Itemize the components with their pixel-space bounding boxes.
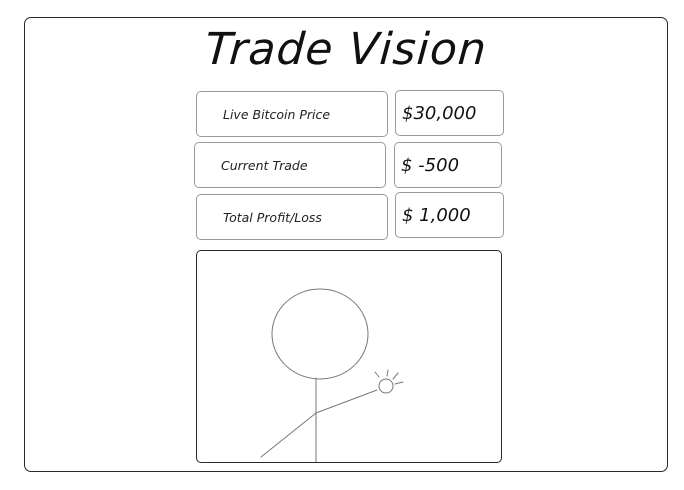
current-trade-label: Current Trade [194, 142, 386, 188]
current-trade-value-text: $ -500 [401, 154, 460, 176]
total-profit-loss-label-text: Total Profit/Loss [223, 209, 322, 225]
figure-arm-right [315, 389, 378, 414]
sparkle-line [394, 381, 404, 385]
total-profit-loss-label: Total Profit/Loss [196, 194, 388, 240]
current-trade-label-text: Current Trade [221, 157, 308, 173]
illustration-panel [196, 250, 502, 463]
figure-head [271, 288, 369, 380]
sparkle-line [392, 372, 399, 380]
live-bitcoin-price-label: Live Bitcoin Price [196, 91, 388, 137]
stick-figure-icon [260, 288, 404, 462]
figure-limb-left [260, 412, 317, 458]
live-bitcoin-price-label-text: Live Bitcoin Price [223, 106, 331, 122]
current-trade-value: $ -500 [394, 142, 502, 188]
figure-hand [378, 378, 394, 394]
total-profit-loss-value: $ 1,000 [395, 192, 504, 238]
sparkle-line [374, 371, 380, 378]
total-profit-loss-value-text: $ 1,000 [402, 204, 471, 226]
live-bitcoin-price-value-text: $30,000 [402, 102, 477, 124]
page-title: Trade Vision [203, 24, 489, 75]
live-bitcoin-price-value: $30,000 [395, 90, 504, 136]
sparkle-line [386, 369, 389, 377]
